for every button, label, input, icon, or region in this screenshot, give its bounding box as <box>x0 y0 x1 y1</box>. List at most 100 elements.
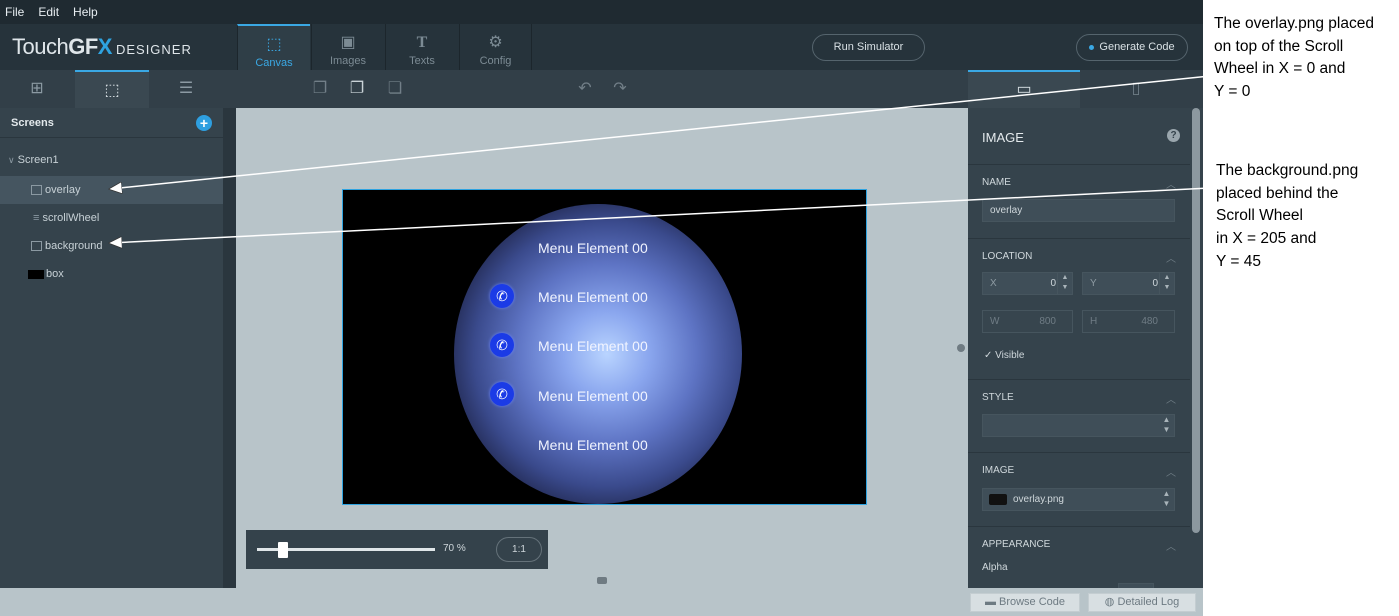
detailed-log-button[interactable]: ◍ Detailed Log <box>1088 593 1196 612</box>
y-input[interactable]: Y 0 ▲ ▼ <box>1082 272 1175 295</box>
overlay-annotation: The overlay.png placed on top of the Scr… <box>1214 13 1374 104</box>
annotation-line: on top of the Scroll <box>1214 37 1344 55</box>
canvas-area[interactable]: Menu Element 00 ✆ Menu Element 00 ✆ Menu… <box>236 108 968 588</box>
w-label: W <box>990 316 1000 327</box>
export-button[interactable] <box>950 34 1050 61</box>
chevron-up-icon[interactable]: ︿ <box>1166 464 1176 479</box>
chevron-up-icon[interactable]: ︿ <box>1166 250 1176 265</box>
image-section-title: IMAGE <box>982 465 1015 476</box>
height-input[interactable]: H 480 <box>1082 310 1175 333</box>
location-section-title: LOCATION <box>982 251 1033 262</box>
width-input[interactable]: W 800 <box>982 310 1073 333</box>
y-label: Y <box>1090 278 1097 289</box>
sliders-icon: ☰ <box>178 80 194 97</box>
panel-divider[interactable] <box>223 108 236 588</box>
menu-file[interactable]: File <box>5 5 24 19</box>
style-section: STYLE ︿ ▲ ▼ <box>968 380 1190 453</box>
box-icon <box>28 269 44 279</box>
bring-forward-icon[interactable]: ❐ <box>344 78 370 100</box>
background-annotation: The background.png placed behind the Scr… <box>1216 160 1358 274</box>
screens-title: Screens <box>11 117 54 129</box>
image-select[interactable]: overlay.png ▲ ▼ <box>982 488 1175 511</box>
tree-item-label: scrollWheel <box>42 212 100 224</box>
run-simulator-button[interactable]: Run Simulator <box>812 34 925 61</box>
chevron-up-icon[interactable]: ︿ <box>1166 176 1176 191</box>
interactions-tab[interactable]: ☰ <box>149 70 223 108</box>
annotation-line: Wheel in X = 0 and <box>1214 60 1346 78</box>
chevron-up-icon[interactable]: ︿ <box>1166 538 1176 553</box>
phone-icon: ✆ <box>490 333 514 357</box>
canvas-icon: ⬚ <box>266 36 282 53</box>
menu-element: Menu Element 00 <box>538 240 648 256</box>
chevron-down-icon: ∨ <box>8 155 15 165</box>
tree-item-label: Screen1 <box>17 154 59 166</box>
interaction-icon: ▯ <box>1131 80 1141 97</box>
visible-checkbox[interactable]: ✓ Visible <box>984 350 1024 361</box>
browse-code-label: Browse Code <box>999 596 1066 608</box>
tree-item-box[interactable]: box <box>0 260 223 288</box>
zoom-1to1-button[interactable]: 1:1 <box>496 537 542 562</box>
screen-preview[interactable]: Menu Element 00 ✆ Menu Element 00 ✆ Menu… <box>342 189 867 505</box>
h-label: H <box>1090 316 1098 327</box>
interactions-right-tab[interactable]: ▯ <box>1080 70 1192 108</box>
tree-item-scrollwheel[interactable]: ≡ scrollWheel <box>0 204 223 232</box>
status-dot-icon <box>1089 44 1095 50</box>
redo-icon[interactable]: ↷ <box>607 78 633 100</box>
menu-help[interactable]: Help <box>73 5 98 19</box>
image-icon <box>31 241 42 252</box>
generate-code-label: Generate Code <box>1099 41 1175 53</box>
x-stepper[interactable]: ▲ ▼ <box>1057 273 1072 294</box>
tab-config-label: Config <box>479 55 512 67</box>
tree-view-tab[interactable]: ⬚ <box>75 70 149 108</box>
y-stepper[interactable]: ▲ ▼ <box>1159 273 1174 294</box>
tab-config[interactable]: ⚙ Config <box>459 24 532 70</box>
detailed-log-label: Detailed Log <box>1117 596 1180 608</box>
properties-tab[interactable]: ▭ <box>968 70 1080 108</box>
generate-code-button[interactable]: Generate Code <box>1076 34 1188 61</box>
toolbar: ⊞ ⬚ ☰ ❐ ❐ ❏ ↶ ↷ ▭ ▯ <box>0 70 1203 108</box>
image-header-section: IMAGE ? <box>968 108 1190 165</box>
y-value: 0 <box>1152 278 1158 289</box>
annotation-line: Scroll Wheel <box>1216 207 1303 225</box>
annotation-line: Y = 0 <box>1214 83 1251 101</box>
chevron-up-icon[interactable]: ︿ <box>1166 391 1176 406</box>
menu-element: Menu Element 00 <box>538 388 648 404</box>
help-icon[interactable]: ? <box>1167 129 1180 142</box>
tab-texts[interactable]: T Texts <box>385 24 458 70</box>
browse-code-button[interactable]: ▬ Browse Code <box>970 593 1080 612</box>
properties-icon: ▭ <box>1016 81 1032 98</box>
style-select[interactable]: ▲ ▼ <box>982 414 1175 437</box>
name-section-title: NAME <box>982 177 1011 188</box>
image-thumbnail-icon <box>989 493 1007 505</box>
resize-handle[interactable] <box>597 577 607 584</box>
tab-canvas[interactable]: ⬚ Canvas <box>237 24 310 70</box>
arrange-icon[interactable]: ❏ <box>382 78 408 100</box>
tab-images[interactable]: ▣ Images <box>311 24 384 70</box>
touchgfx-logo: TouchGFX DESIGNER <box>12 34 192 59</box>
add-widget-tab[interactable]: ⊞ <box>0 70 74 108</box>
phone-icon: ✆ <box>490 284 514 308</box>
menu-edit[interactable]: Edit <box>38 5 59 19</box>
name-input[interactable]: overlay <box>982 199 1175 222</box>
select-arrows-icon: ▲ ▼ <box>1162 489 1171 508</box>
resize-handle[interactable] <box>957 344 965 352</box>
add-screen-button[interactable]: + <box>196 115 212 131</box>
properties-scrollbar[interactable] <box>1192 108 1200 533</box>
texts-icon: T <box>416 34 428 51</box>
tree-item-background[interactable]: background <box>0 232 223 260</box>
image-section: IMAGE ︿ overlay.png ▲ ▼ <box>968 453 1190 527</box>
tree-item-overlay[interactable]: overlay <box>0 176 223 204</box>
zoom-slider-handle[interactable] <box>278 542 288 558</box>
undo-icon[interactable]: ↶ <box>572 78 598 100</box>
properties-panel: IMAGE ? NAME ︿ overlay LOCATION ︿ X 0 ▲ ▼ … <box>968 108 1203 588</box>
log-icon: ◍ <box>1104 596 1115 608</box>
menu-bar: File Edit Help <box>0 0 1203 24</box>
select-icon: ⬚ <box>104 82 120 99</box>
add-widget-icon: ⊞ <box>30 80 44 97</box>
send-backward-icon[interactable]: ❐ <box>307 78 333 100</box>
menu-element: Menu Element 00 <box>538 338 648 354</box>
tree-item-label: background <box>45 240 103 252</box>
tree-item-screen1[interactable]: ∨ Screen1 <box>0 146 223 174</box>
visible-label: Visible <box>995 350 1025 361</box>
x-input[interactable]: X 0 ▲ ▼ <box>982 272 1073 295</box>
